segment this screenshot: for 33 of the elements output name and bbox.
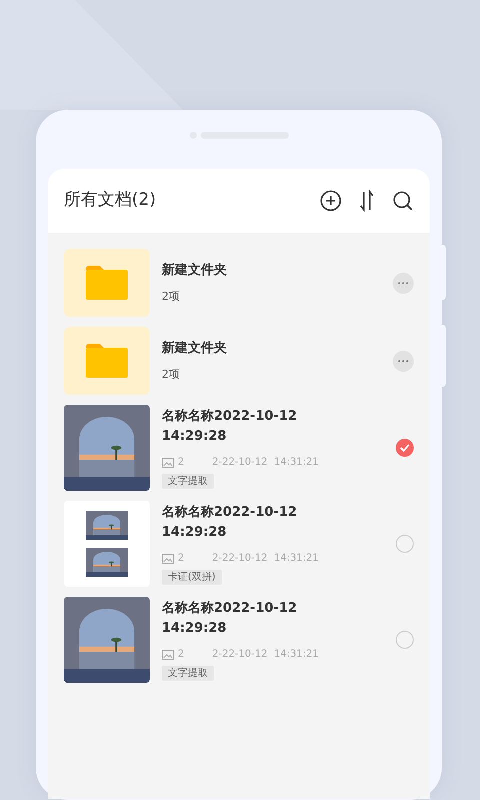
more-button[interactable] [393, 272, 414, 294]
page-count: 2 [178, 648, 184, 662]
add-icon[interactable] [320, 190, 342, 212]
page-count: 2 [178, 552, 184, 566]
folder-icon [86, 344, 128, 378]
document-tag: 文字提取 [162, 666, 214, 681]
document-name: 名称名称2022-10-12 14:29:28 [162, 600, 298, 638]
folder-name: 新建文件夹 [162, 340, 228, 358]
document-tag: 卡证(双拼) [162, 570, 222, 585]
timestamp: 2-22-10-12 14:31:21 [212, 648, 320, 662]
document-name: 名称名称2022-10-12 14:29:28 [162, 504, 298, 542]
folder-icon [86, 266, 128, 300]
check-icon [400, 444, 410, 452]
search-icon[interactable] [392, 190, 414, 212]
image-icon [162, 458, 174, 468]
item-count: 2项 [162, 288, 181, 304]
more-icon [398, 282, 409, 284]
item-count: 2项 [162, 366, 181, 382]
image-icon [162, 554, 174, 564]
page-title: 所有文档(2) [64, 189, 158, 212]
document-name: 名称名称2022-10-12 14:29:28 [162, 408, 298, 446]
select-checkbox[interactable] [396, 439, 414, 457]
select-checkbox[interactable] [396, 631, 414, 649]
select-checkbox[interactable] [396, 535, 414, 553]
page-count: 2 [178, 456, 184, 470]
sort-icon[interactable] [358, 190, 376, 212]
timestamp: 2-22-10-12 14:31:21 [212, 456, 320, 470]
timestamp: 2-22-10-12 14:31:21 [212, 552, 320, 566]
more-button[interactable] [393, 350, 414, 372]
folder-name: 新建文件夹 [162, 262, 228, 280]
document-tag: 文字提取 [162, 474, 214, 489]
image-icon [162, 650, 174, 660]
more-icon [398, 360, 409, 362]
